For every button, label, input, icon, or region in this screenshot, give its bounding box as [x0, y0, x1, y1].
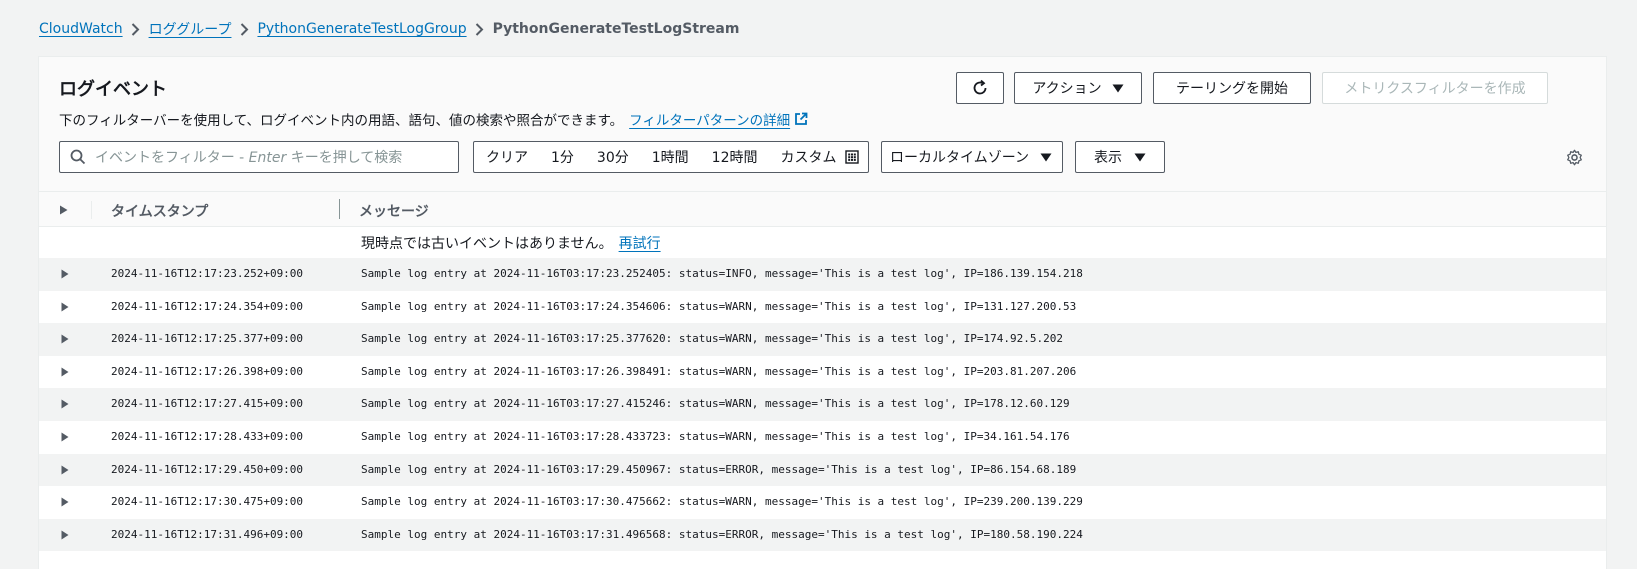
caret-right-icon[interactable] [61, 334, 69, 344]
chevron-right-icon [123, 22, 149, 36]
caret-right-icon[interactable] [59, 205, 68, 215]
chevron-right-icon [231, 22, 257, 36]
column-header-message[interactable]: メッセージ [359, 201, 429, 221]
caret-down-icon [1112, 84, 1124, 92]
row-message: Sample log entry at 2024-11-16T03:17:26.… [361, 364, 1077, 378]
caret-right-icon[interactable] [61, 302, 69, 312]
time-opt-1hour[interactable]: 1時間 [652, 147, 689, 167]
column-divider [91, 201, 92, 219]
table-row[interactable]: 2024-11-16T12:17:23.252+09:00 Sample log … [39, 258, 1606, 291]
gear-icon[interactable] [1566, 149, 1583, 166]
table-row[interactable]: 2024-11-16T12:17:31.496+09:00 Sample log … [39, 518, 1606, 552]
caret-down-icon [1040, 153, 1052, 161]
row-timestamp: 2024-11-16T12:17:26.398+09:00 [111, 364, 304, 378]
timezone-selected: ローカルタイムゾーン [890, 150, 1030, 166]
create-metric-filter-button[interactable]: メトリクスフィルターを作成 [1322, 72, 1548, 104]
description-text: 下のフィルターバーを使用して、ログイベント内の用語、語句、値の検索や照合ができま… [59, 113, 624, 129]
row-timestamp: 2024-11-16T12:17:24.354+09:00 [111, 299, 304, 313]
log-event-list: 2024-11-16T12:17:23.252+09:00 Sample log … [39, 258, 1606, 552]
caret-right-icon[interactable] [61, 399, 69, 409]
caret-right-icon[interactable] [61, 465, 69, 475]
row-message: Sample log entry at 2024-11-16T03:17:24.… [361, 299, 1077, 313]
caret-right-icon[interactable] [61, 530, 69, 540]
actions-button[interactable]: アクション [1014, 72, 1142, 104]
caret-right-icon[interactable] [61, 269, 69, 279]
page-title: ログイベント [59, 79, 167, 100]
row-message: Sample log entry at 2024-11-16T03:17:23.… [361, 267, 1083, 280]
table-row[interactable]: 2024-11-16T12:17:25.377+09:00 Sample log … [39, 323, 1606, 356]
breadcrumb-log-group[interactable]: PythonGenerateTestLogGroup [257, 21, 466, 37]
table-row[interactable]: 2024-11-16T12:17:27.415+09:00 Sample log … [39, 388, 1606, 421]
filter-search-field[interactable]: イベントをフィルター - Enter キーを押して検索 [59, 141, 459, 173]
start-tailing-button[interactable]: テーリングを開始 [1153, 72, 1311, 104]
time-opt-custom[interactable]: カスタム [781, 147, 859, 167]
refresh-button[interactable] [956, 72, 1004, 104]
table-row[interactable]: 2024-11-16T12:17:26.398+09:00 Sample log … [39, 356, 1606, 389]
row-message: Sample log entry at 2024-11-16T03:17:31.… [361, 527, 1083, 541]
actions-label: アクション [1032, 81, 1102, 97]
row-timestamp: 2024-11-16T12:17:31.496+09:00 [111, 527, 304, 541]
notice-text: 現時点では古いイベントはありません。 [361, 236, 613, 252]
row-timestamp: 2024-11-16T12:17:30.475+09:00 [111, 495, 304, 509]
time-range-selector: クリア 1分 30分 1時間 12時間 カスタム [473, 141, 869, 173]
breadcrumb-log-groups[interactable]: ロググループ [149, 19, 232, 39]
time-opt-1min[interactable]: 1分 [551, 147, 574, 167]
breadcrumb: CloudWatch ロググループ PythonGenerateTestLogG… [39, 18, 739, 40]
caret-down-icon [1134, 153, 1146, 161]
row-timestamp: 2024-11-16T12:17:27.415+09:00 [111, 397, 304, 411]
row-message: Sample log entry at 2024-11-16T03:17:28.… [361, 429, 1070, 443]
filter-pattern-link[interactable]: フィルターパターンの詳細 [629, 109, 808, 129]
external-link-icon [795, 112, 808, 125]
breadcrumb-current: PythonGenerateTestLogStream [492, 21, 740, 37]
view-dropdown[interactable]: 表示 [1075, 141, 1165, 173]
time-opt-12hour[interactable]: 12時間 [712, 147, 758, 167]
chevron-right-icon [467, 22, 493, 36]
column-resizer[interactable] [339, 199, 340, 219]
refresh-icon [973, 79, 987, 95]
table-row[interactable]: 2024-11-16T12:17:24.354+09:00 Sample log … [39, 291, 1606, 324]
no-older-events-notice: 現時点では古いイベントはありません。 再試行 [361, 233, 661, 253]
row-message: Sample log entry at 2024-11-16T03:17:29.… [361, 462, 1077, 476]
row-timestamp: 2024-11-16T12:17:25.377+09:00 [111, 332, 304, 346]
row-message: Sample log entry at 2024-11-16T03:17:25.… [361, 332, 1063, 346]
table-header: タイムスタンプ メッセージ [39, 191, 1606, 227]
table-row[interactable]: 2024-11-16T12:17:28.433+09:00 Sample log … [39, 421, 1606, 454]
row-timestamp: 2024-11-16T12:17:28.433+09:00 [111, 429, 304, 443]
row-message: Sample log entry at 2024-11-16T03:17:27.… [361, 397, 1070, 411]
view-label: 表示 [1094, 150, 1122, 166]
caret-right-icon[interactable] [61, 497, 69, 507]
time-opt-custom-label: カスタム [780, 150, 837, 166]
timezone-select[interactable]: ローカルタイムゾーン [881, 141, 1063, 173]
table-row[interactable]: 2024-11-16T12:17:30.475+09:00 Sample log … [39, 486, 1606, 519]
panel-description: 下のフィルターバーを使用して、ログイベント内の用語、語句、値の検索や照合ができま… [59, 109, 808, 129]
filter-pattern-link-label: フィルターパターンの詳細 [629, 113, 791, 129]
panel-header: ログイベント 下のフィルターバーを使用して、ログイベント内の用語、語句、値の検索… [39, 57, 1606, 191]
log-events-panel: ログイベント 下のフィルターバーを使用して、ログイベント内の用語、語句、値の検索… [38, 56, 1607, 569]
caret-right-icon[interactable] [61, 432, 69, 442]
row-timestamp: 2024-11-16T12:17:29.450+09:00 [111, 462, 304, 476]
filter-placeholder: イベントをフィルター - Enter キーを押して検索 [95, 150, 403, 166]
search-icon [70, 149, 86, 165]
caret-right-icon[interactable] [61, 367, 69, 377]
time-opt-30min[interactable]: 30分 [597, 147, 629, 167]
column-header-timestamp[interactable]: タイムスタンプ [111, 201, 208, 221]
row-timestamp: 2024-11-16T12:17:23.252+09:00 [111, 267, 304, 280]
calendar-icon [844, 150, 859, 164]
breadcrumb-cloudwatch[interactable]: CloudWatch [39, 21, 123, 37]
row-message: Sample log entry at 2024-11-16T03:17:30.… [361, 495, 1083, 509]
retry-link[interactable]: 再試行 [619, 233, 661, 253]
table-row[interactable]: 2024-11-16T12:17:29.450+09:00 Sample log … [39, 453, 1606, 487]
time-opt-clear[interactable]: クリア [486, 147, 528, 167]
